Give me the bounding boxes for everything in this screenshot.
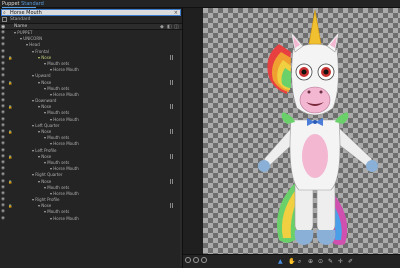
pin-tool-icon[interactable]: ✐: [348, 258, 353, 266]
select-tool-icon[interactable]: ▲: [278, 258, 283, 266]
layer-tag-icon[interactable]: [170, 153, 173, 159]
layer-tag-icon[interactable]: [170, 104, 173, 110]
onion-skin-icon[interactable]: [185, 257, 191, 263]
canvas-view-controls: [183, 255, 223, 267]
active-tab-indicator: [2, 7, 36, 8]
layer-tag-icon[interactable]: [170, 178, 173, 184]
layer-tag-icon[interactable]: [170, 79, 173, 85]
layer-tree: ◉ ▾ PUPPET ◉ ▾ UNICORN ◉ ▾ Head ◉ ▾ Frontal ◉ 🔒 ▾ …: [0, 30, 182, 222]
layer-tag-icon[interactable]: [170, 203, 173, 209]
layer-name: ▾ Horse Mouth: [50, 215, 79, 221]
dragger-tool-icon[interactable]: ✛: [338, 258, 343, 266]
unicorn-puppet-artwork: [258, 9, 378, 245]
puppet-source-icon: [2, 17, 7, 22]
hand-tool-icon[interactable]: ✋: [288, 258, 295, 266]
canvas-left-margin: [183, 8, 203, 254]
view-mode-icon[interactable]: [193, 257, 199, 263]
source-label: Standard: [10, 17, 31, 22]
puppet-canvas[interactable]: [183, 8, 400, 254]
layer-tag-icon[interactable]: [170, 54, 173, 60]
source-row: Standard: [0, 16, 182, 23]
layer-row[interactable]: ◉ ▾ Horse Mouth: [0, 216, 182, 222]
stick-tool-icon[interactable]: ✎: [328, 258, 333, 266]
handle-tool-icon[interactable]: ⊙: [318, 258, 323, 266]
zoom-tool-icon[interactable]: ⌕: [298, 258, 301, 266]
mesh-toggle-icon[interactable]: [201, 257, 207, 263]
puppet-layers-panel: Standard ◉ Name ◆ ◧ ◫ ◉ ▾ PUPPET ◉ ▾ UNICOR…: [0, 16, 182, 268]
origin-tool-icon[interactable]: ⊕: [308, 258, 313, 266]
visibility-eye-icon[interactable]: ◉: [1, 216, 5, 222]
panel-tab-bar: Puppet Standard: [0, 0, 400, 8]
layer-search-field[interactable]: ⌕ Horse Mouth ×: [1, 9, 181, 16]
layer-list-header: ◉ Name ◆ ◧ ◫: [0, 23, 182, 30]
layer-tag-icon[interactable]: [170, 129, 173, 134]
